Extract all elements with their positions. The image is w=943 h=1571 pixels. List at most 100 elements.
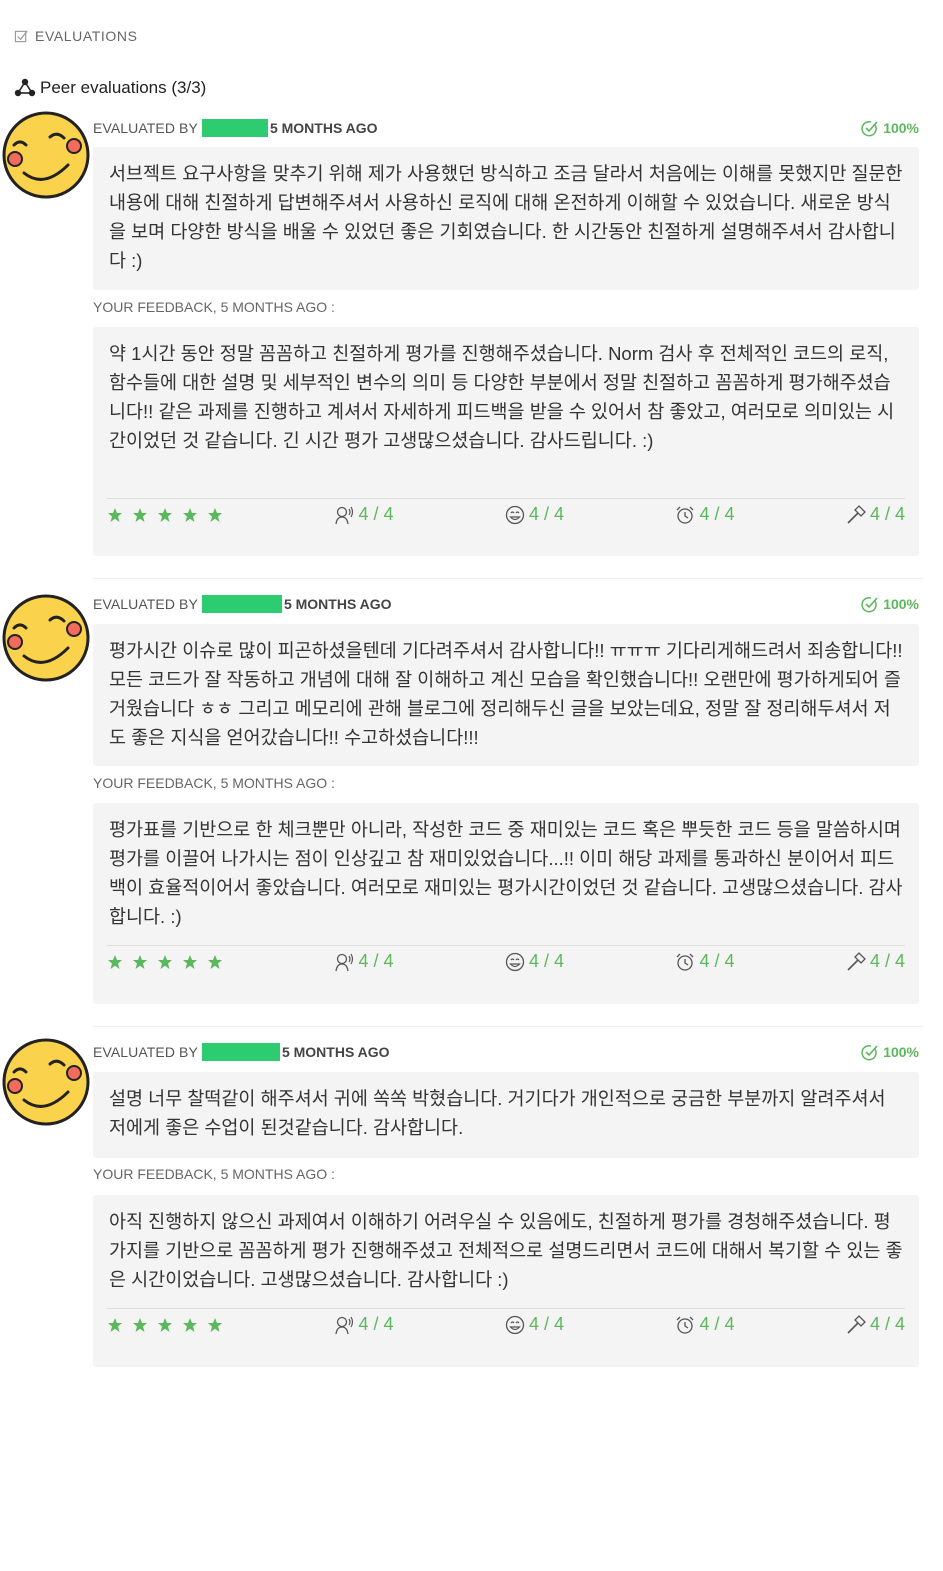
score-hammer: 4 / 4	[846, 1314, 905, 1335]
smile-icon	[505, 505, 525, 524]
score-hammer: 4 / 4	[846, 951, 905, 972]
evaluation-time: 5 MONTHS AGO	[281, 1044, 390, 1060]
score-value: 4 / 4	[358, 504, 394, 524]
evaluator-name-redacted[interactable]	[201, 1043, 280, 1061]
speaker-icon	[335, 1316, 354, 1334]
evaluation-percent: 100%	[861, 596, 919, 613]
star-icon	[183, 1317, 197, 1332]
comment-text: 서브젝트 요구사항을 맞추기 위해 제가 사용했던 방식하고 조금 달라서 처음…	[109, 163, 903, 271]
star-icon	[133, 507, 147, 522]
star-rating	[107, 954, 223, 970]
smile-icon	[505, 952, 525, 971]
avatar-smiley-icon	[2, 1038, 90, 1126]
speaker-icon	[335, 953, 354, 971]
star-icon	[133, 1317, 147, 1332]
star-rating	[107, 1317, 223, 1333]
percent-value: 100%	[883, 596, 919, 612]
score-hammer: 4 / 4	[846, 504, 905, 525]
evaluations-header: EVALUATIONS	[14, 28, 138, 44]
star-icon	[183, 954, 197, 969]
your-feedback-label: YOUR FEEDBACK, 5 MONTHS AGO :	[93, 1166, 335, 1182]
evaluated-by-label: EVALUATED BY	[93, 596, 198, 612]
score-value: 4 / 4	[528, 504, 564, 524]
peer-evaluations-label: Peer evaluations (3/3)	[40, 78, 207, 97]
percent-value: 100%	[883, 120, 919, 136]
score-value: 4 / 4	[869, 951, 905, 971]
evaluation-time: 5 MONTHS AGO	[269, 120, 378, 136]
alarm-clock-icon	[677, 1316, 694, 1334]
score-value: 4 / 4	[869, 1314, 905, 1334]
score-value: 4 / 4	[358, 1314, 394, 1334]
network-icon	[14, 78, 36, 97]
check-circle-icon	[861, 596, 878, 612]
evaluation-percent: 100%	[861, 1044, 919, 1061]
feedback-text: 아직 진행하지 않으신 과제여서 이해하기 어려우실 수 있음에도, 친절하게 …	[109, 1211, 903, 1290]
score-clock: 4 / 4	[675, 1314, 735, 1335]
star-icon	[158, 1317, 172, 1332]
score-speaker: 4 / 4	[334, 951, 394, 972]
hammer-icon	[847, 951, 866, 971]
alarm-clock-icon	[677, 953, 694, 971]
alarm-clock-icon	[677, 506, 694, 524]
score-value: 4 / 4	[699, 1314, 735, 1334]
rating-row: 4 / 4 4 / 4 4 / 4 4 / 4	[107, 945, 905, 975]
avatar-smiley-icon	[2, 111, 90, 199]
feedback-text: 약 1시간 동안 정말 꼼꼼하고 친절하게 평가를 진행해주셨습니다. Norm…	[109, 343, 895, 451]
evaluator-comment: 설명 너무 찰떡같이 해주셔서 귀에 쏙쏙 박혔습니다. 거기다가 개인적으로 …	[93, 1072, 919, 1158]
score-value: 4 / 4	[699, 504, 735, 524]
score-clock: 4 / 4	[675, 951, 735, 972]
score-value: 4 / 4	[528, 951, 564, 971]
feedback-box: 아직 진행하지 않으신 과제여서 이해하기 어려우실 수 있음에도, 친절하게 …	[93, 1195, 919, 1367]
check-circle-icon	[861, 1044, 878, 1060]
score-clock: 4 / 4	[675, 504, 735, 525]
comment-text: 설명 너무 찰떡같이 해주셔서 귀에 쏙쏙 박혔습니다. 거기다가 개인적으로 …	[109, 1088, 886, 1138]
star-icon	[158, 954, 172, 969]
evaluation-meta: EVALUATED BY 5 MONTHS AGO 100%	[93, 1042, 919, 1062]
check-circle-icon	[861, 120, 878, 136]
smile-icon	[505, 1315, 525, 1334]
star-icon	[158, 507, 172, 522]
evaluation-time: 5 MONTHS AGO	[283, 596, 392, 612]
star-icon	[108, 507, 122, 522]
checkbox-icon	[14, 30, 28, 42]
star-rating	[107, 507, 223, 523]
star-icon	[108, 1317, 122, 1332]
avatar-smiley-icon	[2, 594, 90, 682]
evaluator-comment: 평가시간 이슈로 많이 피곤하셨을텐데 기다려주셔서 감사합니다!! ㅠㅠㅠ 기…	[93, 624, 919, 766]
evaluation-percent: 100%	[861, 120, 919, 137]
your-feedback-label: YOUR FEEDBACK, 5 MONTHS AGO :	[93, 775, 335, 791]
star-icon	[183, 507, 197, 522]
evaluation-meta: EVALUATED BY 5 MONTHS AGO 100%	[93, 594, 919, 614]
speaker-icon	[335, 506, 354, 524]
feedback-text: 평가표를 기반으로 한 체크뿐만 아니라, 작성한 코드 중 재미있는 코드 혹…	[109, 819, 903, 927]
hammer-icon	[847, 504, 866, 524]
evaluator-name-redacted[interactable]	[201, 595, 282, 613]
divider	[93, 578, 923, 579]
star-icon	[208, 1317, 222, 1332]
evaluation-meta: EVALUATED BY 5 MONTHS AGO 100%	[93, 118, 919, 138]
star-icon	[108, 954, 122, 969]
evaluated-by-label: EVALUATED BY	[93, 120, 198, 136]
comment-text: 평가시간 이슈로 많이 피곤하셨을텐데 기다려주셔서 감사합니다!! ㅠㅠㅠ 기…	[109, 640, 903, 748]
star-icon	[208, 507, 222, 522]
evaluated-by-label: EVALUATED BY	[93, 1044, 198, 1060]
score-value: 4 / 4	[699, 951, 735, 971]
your-feedback-label: YOUR FEEDBACK, 5 MONTHS AGO :	[93, 299, 335, 315]
rating-row: 4 / 4 4 / 4 4 / 4 4 / 4	[107, 1308, 905, 1338]
score-speaker: 4 / 4	[334, 1314, 394, 1335]
score-smile: 4 / 4	[505, 1314, 564, 1335]
score-smile: 4 / 4	[505, 951, 564, 972]
peer-evaluations-title: Peer evaluations (3/3)	[14, 77, 206, 99]
score-value: 4 / 4	[869, 504, 905, 524]
divider	[93, 1026, 923, 1027]
rating-row: 4 / 4 4 / 4 4 / 4 4 / 4	[107, 498, 905, 528]
evaluator-name-redacted[interactable]	[201, 119, 268, 137]
evaluator-comment: 서브젝트 요구사항을 맞추기 위해 제가 사용했던 방식하고 조금 달라서 처음…	[93, 147, 919, 290]
percent-value: 100%	[883, 1044, 919, 1060]
star-icon	[208, 954, 222, 969]
hammer-icon	[847, 1314, 866, 1334]
score-value: 4 / 4	[528, 1314, 564, 1334]
star-icon	[133, 954, 147, 969]
score-speaker: 4 / 4	[334, 504, 394, 525]
score-smile: 4 / 4	[505, 504, 564, 525]
